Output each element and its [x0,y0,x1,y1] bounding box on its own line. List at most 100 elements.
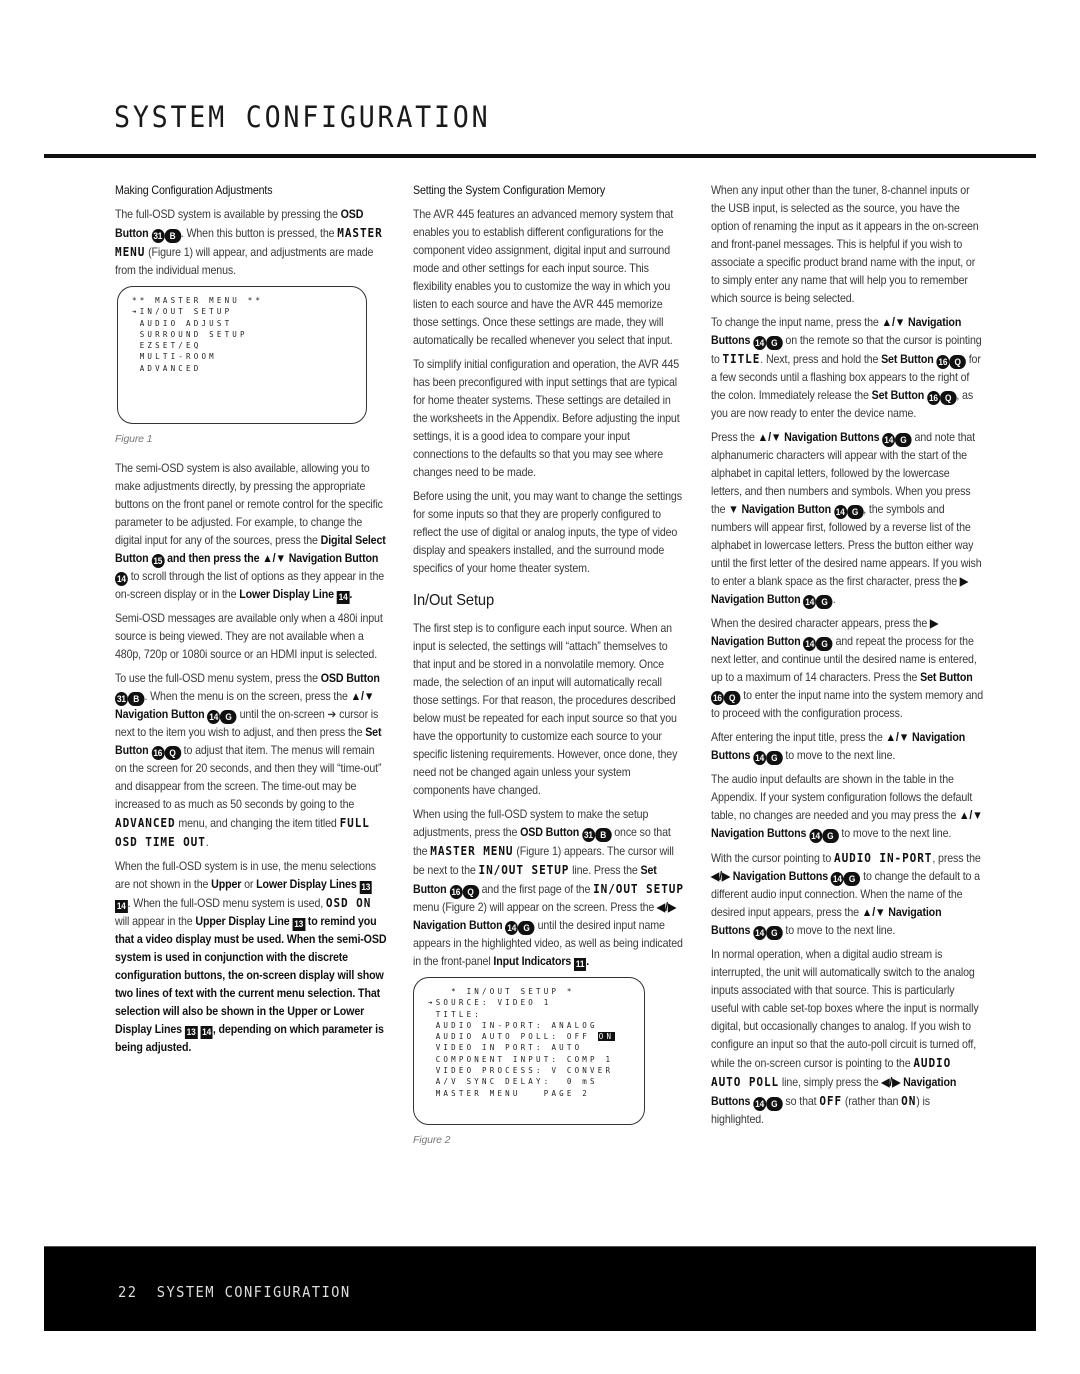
button-number-badge: 14 [830,872,844,886]
button-number-badge: 16 [151,746,165,760]
button-number-badge: 16 [449,885,463,899]
osd-line: SURROUND SETUP [132,329,248,339]
remote-button-letter-badge: G [822,829,839,843]
control-label: OSD Button [320,672,380,685]
paragraph: Press the ▲/▼ Navigation Buttons 14 G and… [711,431,982,609]
button-number-badge: 14 [207,710,221,724]
control-label: Lower Display Line [239,588,334,601]
display-line-badge: 11 [574,958,587,971]
button-number-badge: 14 [505,921,519,935]
remote-button-letter-badge: G [766,1097,783,1111]
display-line-badge: 14 [336,591,350,604]
osd-line: MASTER MENU PAGE 2 [428,1088,591,1098]
remote-button-letter-badge: G [766,926,783,940]
osd-line: AUDIO AUTO POLL: OFF ON [428,1032,616,1042]
control-label: . [586,955,590,968]
osd-line: ➔SOURCE: VIDEO 1 [428,998,552,1008]
control-label: and then press the [164,552,263,565]
button-number-badge: 14 [803,637,817,651]
paragraph: Semi-OSD messages are available only whe… [115,612,383,661]
display-line-badge: 13 [359,881,373,894]
paragraph: The audio input defaults are shown in th… [711,773,983,843]
button-number-badge: 16 [936,355,950,369]
button-number-badge: 14 [833,505,847,519]
remote-button-letter-badge: G [220,710,237,724]
footer-bar: 22 SYSTEM CONFIGURATION [44,1246,1036,1331]
remote-button-letter-badge: G [895,433,912,447]
column-1: Making Configuration Adjustments The ful… [115,182,387,1063]
button-number-badge: 31 [115,692,128,706]
control-label: . [349,588,353,601]
osd-line: VIDEO PROCESS: V CONVER [428,1066,614,1076]
osd-line: AUDIO ADJUST [132,318,233,328]
display-line-badge: 14 [200,1026,213,1039]
button-number-badge: 14 [809,829,823,843]
osd-line: A/V SYNC DELAY: 0 mS [428,1077,598,1087]
control-label: Lower Display Lines [256,878,357,891]
footer-section: SYSTEM CONFIGURATION [156,1283,351,1301]
control-label: ▲/▼ Navigation Buttons [757,431,880,444]
osd-lines: * IN/OUT SETUP * ➔SOURCE: VIDEO 1 TITLE: … [414,986,644,1099]
footer-label: 22 SYSTEM CONFIGURATION [118,1283,351,1301]
control-label: Set Button [881,353,934,366]
osd-line: MULTI-ROOM [132,352,217,362]
osd-line: TITLE: [428,1009,483,1019]
paragraph: To simplify initial configuration and op… [413,358,680,479]
control-label: Upper [287,1005,318,1018]
remote-button-letter-badge: Q [949,355,966,369]
remote-button-letter-badge: B [127,692,145,706]
control-label: Input Indicators [493,955,572,968]
osd-text: ADVANCED [115,816,176,830]
osd-lines: ** MASTER MENU ** ➔IN/OUT SETUP AUDIO ADJ… [118,295,366,374]
control-label: ▲/▼ Navigation Button [115,690,375,721]
display-line-badge: 13 [184,1026,198,1039]
subheading: Making Configuration Adjustments [115,184,273,197]
remote-button-letter-badge: Q [462,885,479,899]
osd-line: COMPONENT INPUT: COMP 1 [428,1054,614,1064]
figure-caption: Figure 2 [413,1134,451,1146]
control-label: to remind you that a video display must … [115,915,387,1018]
figure-caption: Figure 1 [115,433,153,445]
figure-2-osd-screen: * IN/OUT SETUP * ➔SOURCE: VIDEO 1 TITLE: … [413,977,645,1125]
control-label: ▲/▼ Navigation Buttons [711,316,962,347]
display-line-badge: 14 [115,900,128,913]
control-label: ▼ Navigation Button [728,503,832,516]
paragraph: When the desired character appears, pres… [711,617,984,720]
button-number-badge: 16 [926,391,940,405]
remote-button-letter-badge: Q [723,691,741,705]
paragraph: The first step is to configure each inpu… [413,622,678,797]
osd-line: AUDIO IN-PORT: ANALOG [428,1020,598,1030]
button-number-badge: 31 [581,828,595,842]
osd-text: TITLE [722,352,761,366]
remote-button-letter-badge: G [766,336,783,350]
osd-line: ADVANCED [132,363,202,373]
control-label: Upper [211,878,242,891]
remote-button-letter-badge: G [816,637,833,651]
osd-line: * IN/OUT SETUP * [428,987,575,996]
paragraph: When using the full-OSD system to make t… [413,808,684,971]
top-rule [44,154,1036,158]
control-label: ▲/▼ Navigation Button [262,552,379,565]
subheading: Setting the System Configuration Memory [413,184,606,197]
control-label: ◀/▶ Navigation Button [413,901,677,932]
paragraph: After entering the input title, press th… [711,731,966,765]
osd-line: EZSET/EQ [132,341,202,351]
control-label: ▲/▼ Navigation Buttons [711,809,983,840]
button-number-badge: 14 [753,751,767,765]
button-number-badge: 16 [711,691,724,705]
button-number-badge: 14 [803,595,817,609]
button-number-badge: 31 [151,229,165,243]
column-2: Setting the System Configuration Memory … [413,182,683,1161]
paragraph: In normal operation, when a digital audi… [711,948,979,1126]
osd-line: ➔IN/OUT SETUP [132,307,233,317]
osd-text: MASTER MENU [430,844,514,858]
remote-button-letter-badge: B [164,229,181,243]
remote-button-letter-badge: G [518,921,535,935]
page-title: SYSTEM CONFIGURATION [114,100,491,134]
osd-highlight: ON [597,1032,616,1042]
remote-button-letter-badge: G [843,872,861,886]
osd-text: IN/OUT SETUP [478,863,570,877]
remote-button-letter-badge: Q [164,746,181,760]
remote-button-letter-badge: G [846,505,864,519]
control-label: Set Button [871,389,925,402]
